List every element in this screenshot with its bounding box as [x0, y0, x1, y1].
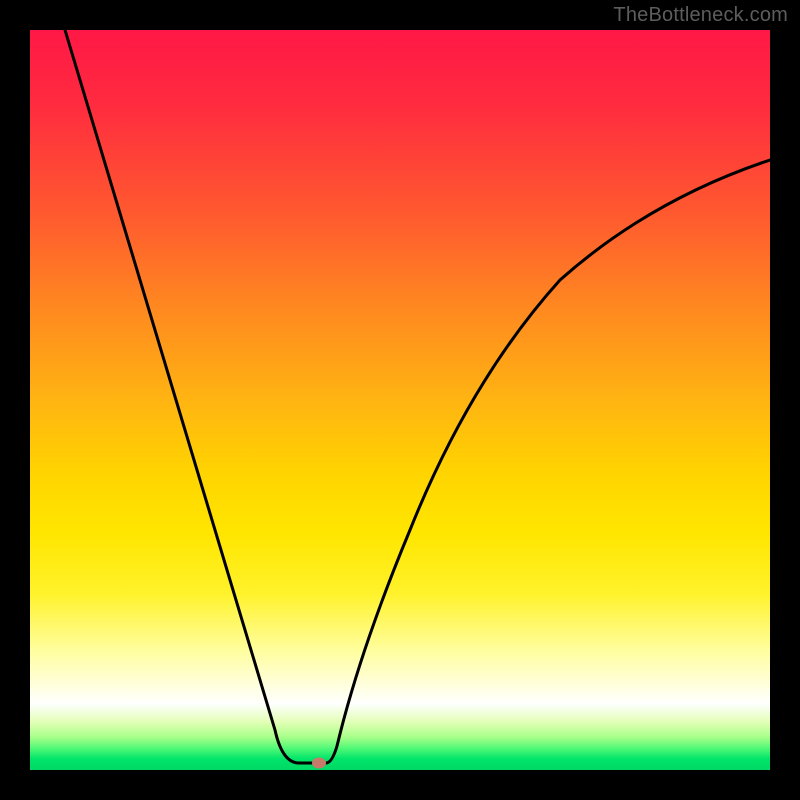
watermark-text: TheBottleneck.com	[613, 4, 788, 27]
plot-area	[30, 30, 770, 770]
optimal-point-marker	[312, 758, 326, 769]
chart-frame: TheBottleneck.com	[0, 0, 800, 800]
bottleneck-curve	[30, 30, 770, 770]
curve-path	[65, 30, 770, 763]
